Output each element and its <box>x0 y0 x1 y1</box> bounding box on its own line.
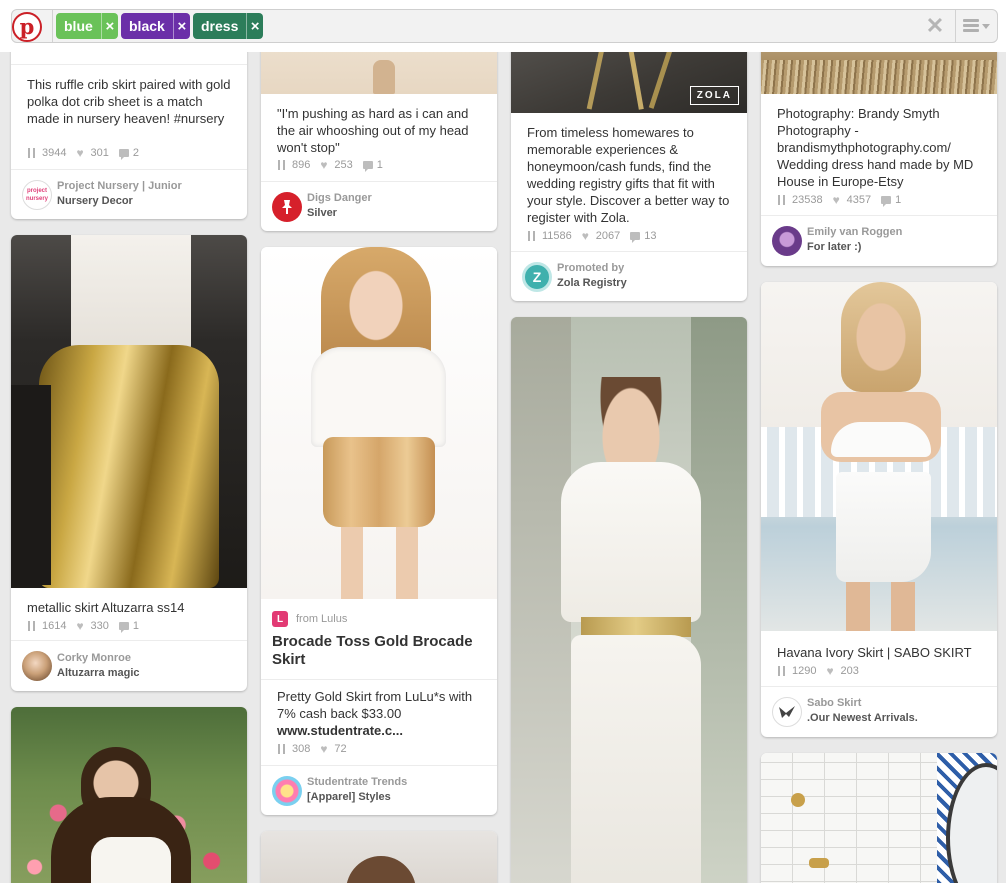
menu-icon <box>963 19 979 33</box>
board-name[interactable]: .Our Newest Arrivals. <box>807 711 992 726</box>
repin-icon <box>27 148 38 158</box>
pinner-name[interactable]: Project Nursery | Junior <box>57 179 242 194</box>
pin-description: Havana Ivory Skirt | SABO SKIRT <box>777 645 972 660</box>
pin-title[interactable]: Brocade Toss Gold Brocade Skirt <box>272 633 486 669</box>
pin-card-bottom[interactable] <box>261 831 497 883</box>
pin-link[interactable]: www.studentrate.c... <box>277 722 483 739</box>
pin-description: Photography: Brandy Smyth Photography - … <box>777 106 974 189</box>
board-name[interactable]: Altuzarra magic <box>57 666 242 681</box>
pin-icon[interactable] <box>272 192 302 222</box>
top-bar: p blue × black × dress × ✕ <box>0 0 1006 52</box>
menu-button[interactable] <box>959 14 993 38</box>
bird-logo-icon[interactable] <box>772 697 802 727</box>
like-icon <box>76 146 86 160</box>
pin-description: Pretty Gold Skirt from LuLu*s with 7% ca… <box>277 689 473 721</box>
pin-image[interactable] <box>761 753 997 883</box>
pin-stats: 23538 4357 1 <box>777 193 911 207</box>
pin-stats: 896 253 1 <box>277 158 393 172</box>
search-token-dress[interactable]: dress × <box>193 13 263 39</box>
comment-icon <box>118 622 129 633</box>
remove-token-icon[interactable]: × <box>100 13 118 39</box>
like-icon <box>582 229 592 243</box>
remove-token-icon[interactable]: × <box>246 13 263 39</box>
pin-card-brandy[interactable]: Photography: Brandy Smyth Photography - … <box>761 20 997 266</box>
comment-icon <box>362 161 373 172</box>
repin-icon <box>777 195 788 205</box>
comment-icon <box>118 149 129 160</box>
clear-search-icon[interactable]: ✕ <box>925 14 945 38</box>
pin-card-altuzarra[interactable]: metallic skirt Altuzarra ss14 1614 330 1… <box>11 235 247 691</box>
pin-description: metallic skirt Altuzarra ss14 <box>27 600 185 615</box>
pinner-name[interactable]: Studentrate Trends <box>307 775 492 790</box>
search-token-black[interactable]: black × <box>121 13 190 39</box>
repin-icon <box>277 160 288 170</box>
repin-icon <box>277 744 288 754</box>
pin-stats: 1290 203 <box>777 664 869 678</box>
like-icon <box>76 619 86 633</box>
pinner-name[interactable]: Digs Danger <box>307 191 492 206</box>
like-icon <box>833 193 843 207</box>
pin-stats: 3944 301 2 <box>27 146 149 160</box>
pin-card-sabo[interactable]: Havana Ivory Skirt | SABO SKIRT 1290 203… <box>761 282 997 737</box>
pin-image[interactable] <box>761 282 997 631</box>
pin-stats: 11586 2067 13 <box>527 229 667 243</box>
zola-badge: ZOLA <box>689 86 739 105</box>
avatar[interactable] <box>772 226 802 256</box>
logo-divider <box>52 10 53 42</box>
pin-description: "I'm pushing as hard as i can and the ai… <box>277 106 469 155</box>
like-icon <box>826 664 836 678</box>
pin-card-bathroom[interactable] <box>761 753 997 883</box>
pin-stats: 308 72 <box>277 742 357 756</box>
pin-image[interactable] <box>11 235 247 588</box>
repin-icon <box>777 666 788 676</box>
board-name[interactable]: [Apparel] Styles <box>307 790 492 805</box>
search-token-label: blue <box>64 18 93 34</box>
avatar[interactable] <box>272 776 302 806</box>
pin-image[interactable] <box>11 707 247 883</box>
pinner-name[interactable]: Corky Monroe <box>57 651 242 666</box>
pin-image[interactable] <box>261 247 497 599</box>
menu-divider <box>955 10 956 42</box>
pin-card-zola[interactable]: ZOLA From timeless homewares to memorabl… <box>511 20 747 301</box>
like-icon <box>320 158 330 172</box>
search-token-label: black <box>129 18 165 34</box>
pin-image[interactable] <box>511 317 747 883</box>
search-token-blue[interactable]: blue × <box>56 13 118 39</box>
pinner-name[interactable]: Sabo Skirt <box>807 696 992 711</box>
promoted-label: Promoted by <box>557 262 625 274</box>
avatar[interactable] <box>22 651 52 681</box>
pin-card-runway[interactable] <box>511 317 747 883</box>
lulus-icon: L <box>272 611 288 627</box>
pin-description: From timeless homewares to memorable exp… <box>527 125 730 225</box>
pin-image[interactable] <box>261 831 497 883</box>
pin-description: This ruffle crib skirt paired with gold … <box>27 77 231 126</box>
comment-icon <box>630 232 641 243</box>
board-name[interactable]: For later :) <box>807 240 992 255</box>
pinterest-logo-icon[interactable]: p <box>12 12 42 42</box>
repin-icon <box>27 621 38 631</box>
zola-logo-icon[interactable]: Z <box>522 262 552 292</box>
search-token-label: dress <box>201 18 239 34</box>
pinner-name[interactable]: Emily van Roggen <box>807 225 992 240</box>
source-line[interactable]: L from Lulus <box>272 611 347 627</box>
chevron-down-icon <box>982 24 990 29</box>
pin-card-garden[interactable] <box>11 707 247 883</box>
pin-stats: 1614 330 1 <box>27 619 149 633</box>
board-name[interactable]: Silver <box>307 206 492 221</box>
comment-icon <box>881 196 892 207</box>
avatar[interactable]: project nursery <box>22 180 52 210</box>
board-name[interactable]: Nursery Decor <box>57 194 242 209</box>
like-icon <box>320 742 330 756</box>
board-name[interactable]: Zola Registry <box>557 276 742 291</box>
repin-icon <box>527 231 538 241</box>
pin-card-lulus[interactable]: L from Lulus Brocade Toss Gold Brocade S… <box>261 247 497 815</box>
remove-token-icon[interactable]: × <box>172 13 190 39</box>
